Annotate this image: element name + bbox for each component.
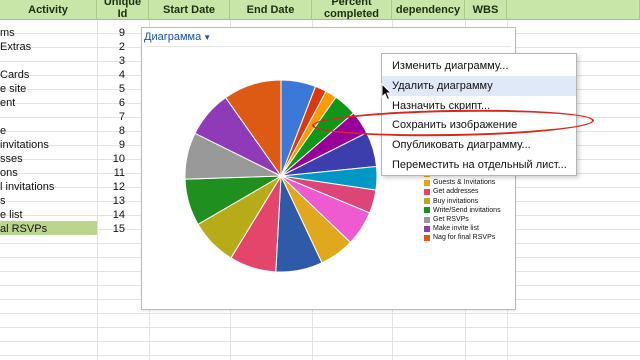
cell-unique-id[interactable]: 6 — [95, 96, 125, 110]
cell-activity[interactable]: s — [0, 194, 95, 208]
menu-item-edit-chart-label: Изменить диаграмму... — [392, 60, 509, 72]
cell-activity[interactable]: sses — [0, 152, 95, 166]
cell-unique-id[interactable]: 9 — [95, 138, 125, 152]
legend-swatch — [424, 179, 430, 186]
col-header-wbs-label: WBS — [472, 4, 499, 16]
legend-item: Get addresses — [424, 187, 501, 196]
cell-unique-id[interactable]: 8 — [95, 124, 125, 138]
menu-item-publish-chart-label: Опубликовать диаграмму... — [392, 139, 531, 151]
col-header-wbs[interactable]: WBS — [465, 0, 507, 20]
col-header-unique-id[interactable]: Unique Id — [97, 0, 149, 20]
legend-item: Guests & Invitations — [424, 178, 501, 187]
cell-unique-id[interactable]: 14 — [95, 208, 125, 222]
cell-unique-id[interactable]: 15 — [95, 222, 125, 236]
cell-unique-id[interactable]: 13 — [95, 194, 125, 208]
menu-item-edit-chart[interactable]: Изменить диаграмму... — [382, 56, 576, 76]
menu-item-publish-chart[interactable]: Опубликовать диаграмму... — [382, 135, 576, 155]
cell-unique-id[interactable]: 9 — [95, 26, 125, 40]
cell-unique-id[interactable]: 5 — [95, 82, 125, 96]
legend-item: Write/Send invitations — [424, 206, 501, 215]
col-header-activity-label: Activity — [28, 4, 68, 16]
cell-activity[interactable]: l invitations — [0, 180, 95, 194]
cell-activity[interactable]: ent — [0, 96, 95, 110]
cell-unique-id[interactable]: 7 — [95, 110, 125, 124]
legend-item: Get RSVPs — [424, 215, 501, 224]
grid-row-line — [0, 313, 640, 314]
grid-row-line — [0, 341, 640, 342]
chart-menu-tab[interactable]: Диаграмма ▼ — [144, 31, 211, 43]
legend-label: Guests & Invitations — [433, 179, 496, 187]
legend-label: Make invite list — [433, 225, 479, 233]
legend-swatch — [424, 225, 430, 232]
col-header-unique-id-line1: Unique — [103, 0, 142, 8]
cell-activity[interactable]: e — [0, 124, 95, 138]
legend-swatch — [424, 207, 430, 214]
legend-label: Get addresses — [433, 188, 479, 196]
legend-swatch — [424, 234, 430, 241]
legend-label: Get RSVPs — [433, 216, 469, 224]
col-header-unique-id-line2: Id — [117, 8, 128, 20]
legend-label: Nag for final RSVPs — [433, 234, 496, 242]
legend-swatch — [424, 198, 430, 205]
col-header-end-date[interactable]: End Date — [230, 0, 312, 20]
chart-menu-tab-label: Диаграмма — [144, 31, 202, 43]
legend-label: Buy invitations — [433, 197, 479, 205]
col-header-percent-line2: completed — [323, 8, 379, 20]
col-header-start-date-label: Start Date — [163, 4, 215, 16]
mouse-cursor-icon — [381, 83, 393, 101]
legend-swatch — [424, 188, 430, 195]
legend-label: Write/Send invitations — [433, 206, 501, 214]
col-header-activity[interactable]: Activity — [0, 0, 97, 20]
cell-unique-id[interactable]: 10 — [95, 152, 125, 166]
menu-item-delete-chart[interactable]: Удалить диаграмму — [382, 76, 576, 96]
cell-activity[interactable]: ms — [0, 26, 95, 40]
menu-item-move-to-sheet[interactable]: Переместить на отдельный лист... — [382, 155, 576, 175]
col-header-start-date[interactable]: Start Date — [149, 0, 230, 20]
cell-unique-id[interactable]: 3 — [95, 54, 125, 68]
col-header-percent-completed[interactable]: Percent completed — [312, 0, 392, 20]
col-header-end-date-label: End Date — [246, 4, 295, 16]
chevron-down-icon: ▼ — [203, 33, 212, 42]
col-header-percent-line1: Percent — [331, 0, 372, 8]
legend-item: Nag for final RSVPs — [424, 233, 501, 242]
cell-unique-id[interactable]: 4 — [95, 68, 125, 82]
grid-row-line — [0, 327, 640, 328]
cell-activity[interactable]: ons — [0, 166, 95, 180]
chart-legend: Pick a dateGuests & InvitationsGet addre… — [424, 169, 501, 243]
legend-item: Buy invitations — [424, 197, 501, 206]
cell-activity[interactable]: Cards — [0, 68, 95, 82]
cell-unique-id[interactable]: 11 — [95, 166, 125, 180]
col-header-dependency[interactable]: dependency — [392, 0, 465, 20]
cell-activity[interactable]: invitations — [0, 138, 95, 152]
cell-unique-id[interactable]: 12 — [95, 180, 125, 194]
legend-item: Make invite list — [424, 224, 501, 233]
legend-swatch — [424, 216, 430, 223]
col-header-empty[interactable] — [507, 0, 640, 20]
cell-activity[interactable]: al RSVPs — [0, 222, 95, 236]
cell-activity[interactable]: Extras — [0, 40, 95, 54]
col-header-dependency-label: dependency — [395, 4, 461, 16]
menu-item-move-to-sheet-label: Переместить на отдельный лист... — [392, 159, 567, 171]
grid-row-line — [0, 355, 640, 356]
cell-activity[interactable]: e site — [0, 82, 95, 96]
menu-item-delete-chart-label: Удалить диаграмму — [392, 80, 493, 92]
cell-activity[interactable]: e list — [0, 208, 95, 222]
cell-unique-id[interactable]: 2 — [95, 40, 125, 54]
